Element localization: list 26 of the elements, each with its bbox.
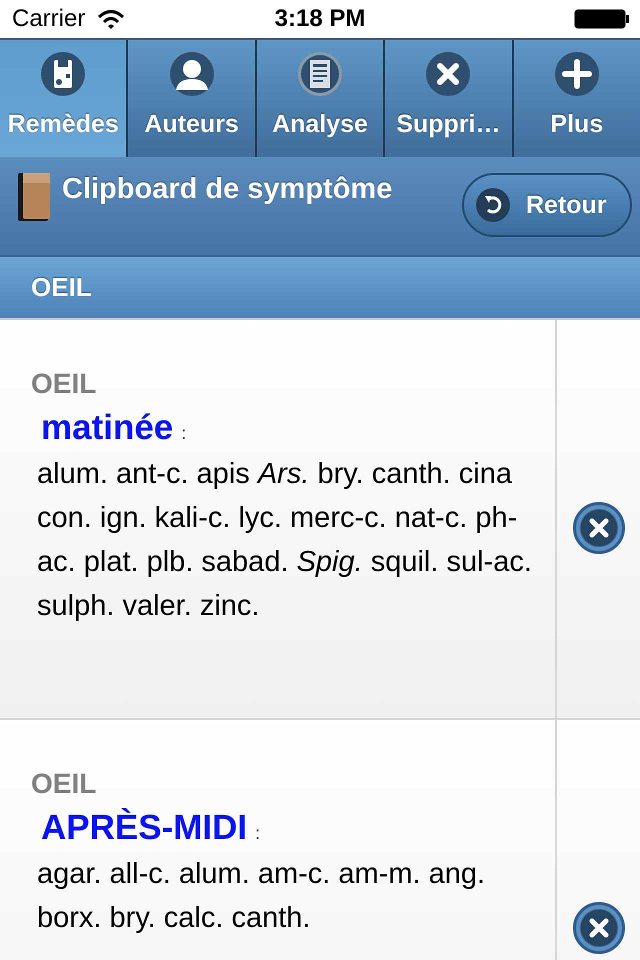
wifi-icon — [97, 8, 126, 30]
remedy-icon — [41, 52, 86, 96]
undo-icon — [476, 188, 510, 222]
colon-mark: : — [255, 823, 260, 844]
delete-icon — [426, 52, 470, 96]
person-icon — [170, 52, 214, 96]
delete-button[interactable] — [572, 902, 624, 954]
add-icon — [554, 52, 599, 96]
category-label: OEIL — [31, 368, 98, 400]
back-button[interactable]: Retour — [462, 173, 632, 237]
screen-title: Clipboard de symptôme — [62, 173, 394, 206]
remedy-list: agar. all-c. alum. am-c. am-m. ang. borx. bry. calc. canth. — [37, 852, 537, 940]
tab[interactable]: Plus — [514, 40, 640, 157]
category-label: OEIL — [31, 768, 98, 800]
symptom-title: APRÈS-MIDI — [41, 808, 248, 848]
delete-button[interactable] — [572, 502, 624, 554]
symptom-title: matinée — [41, 408, 174, 448]
clock-time: 3:18 PM — [274, 5, 366, 33]
carrier-label: Carrier — [12, 5, 86, 33]
book-icon — [16, 173, 52, 223]
remedy-list: alum. ant-c. apis Ars. bry. canth. cina con. ign. kali-c. lyc. merc-c. nat-c. ph-ac. plat. plb. sabad. Spig. squil. sul-ac. sulph. valer. zinc. — [37, 452, 537, 628]
document-icon — [298, 52, 342, 96]
battery-icon — [574, 9, 630, 29]
colon-mark: : — [181, 423, 186, 444]
tab[interactable]: Remèdes — [0, 40, 128, 157]
section-title: OEIL — [31, 272, 92, 303]
